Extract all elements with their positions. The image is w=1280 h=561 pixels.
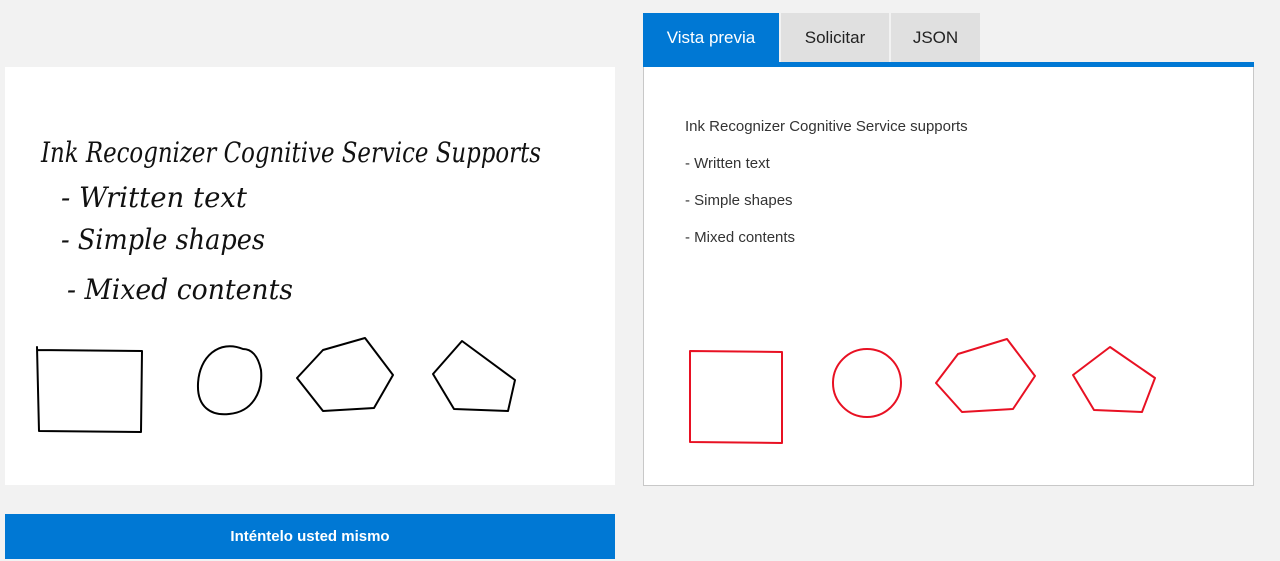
- preview-panel: Ink Recognizer Cognitive Service support…: [643, 67, 1254, 486]
- drawn-circle: [196, 345, 263, 416]
- handwriting-line: Ink Recognizer Cognitive Service Support…: [40, 136, 541, 169]
- result-tabs: Vista previa Solicitar JSON: [643, 13, 982, 62]
- ink-drawing: Ink Recognizer Cognitive Service Support…: [36, 136, 541, 433]
- recognized-square: [689, 350, 783, 444]
- handwriting-line: - Written text: [61, 181, 248, 214]
- handwriting-line: - Simple shapes: [61, 223, 265, 256]
- recognized-hexagon: [935, 338, 1036, 413]
- handwriting-line: - Mixed contents: [67, 273, 293, 306]
- try-it-yourself-button[interactable]: Inténtelo usted mismo: [5, 514, 615, 559]
- recognized-circle: [832, 348, 902, 418]
- drawn-rectangle: [36, 346, 143, 433]
- tab-json[interactable]: JSON: [891, 13, 980, 62]
- ink-canvas[interactable]: Ink Recognizer Cognitive Service Support…: [5, 67, 615, 485]
- drawn-pentagon: [432, 340, 516, 412]
- tab-preview[interactable]: Vista previa: [643, 13, 779, 62]
- tab-request[interactable]: Solicitar: [781, 13, 889, 62]
- recognized-shapes: [689, 338, 1156, 444]
- recognized-pentagon: [1072, 346, 1156, 413]
- drawn-hexagon: [296, 337, 394, 412]
